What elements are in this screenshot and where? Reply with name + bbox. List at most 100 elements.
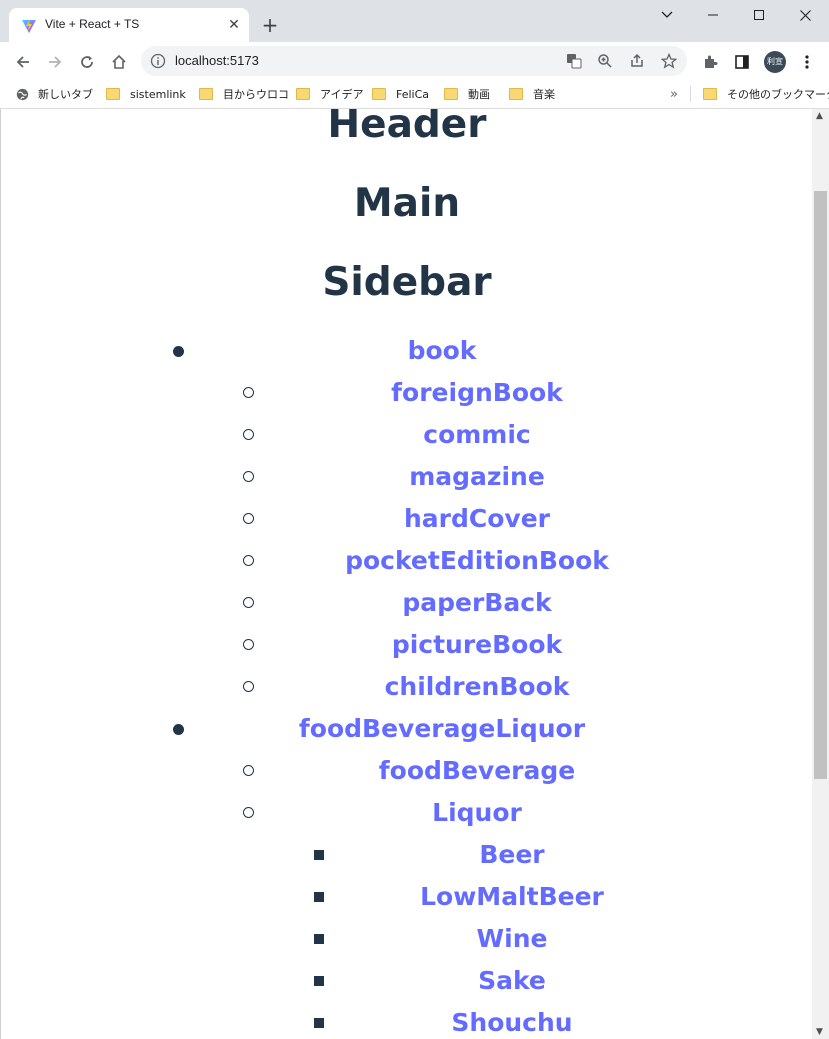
header-heading: Header <box>327 109 487 147</box>
category-link[interactable]: hardCover <box>404 504 550 533</box>
sidebar-heading: Sidebar <box>322 260 492 305</box>
category-link[interactable]: pocketEditionBook <box>345 546 609 575</box>
subcategory-item: foreignBook <box>1 372 813 414</box>
category-label-wrap: commic <box>271 414 683 456</box>
category-label-wrap: foodBeverageLiquor <box>201 708 683 750</box>
circle-bullet-icon <box>243 555 254 566</box>
category-link[interactable]: book <box>408 336 477 365</box>
address-bar[interactable]: localhost:5173 <box>141 46 687 76</box>
category-label-wrap: Sake <box>341 960 683 1002</box>
tab-search-icon[interactable] <box>644 0 690 30</box>
subcategory-item: paperBack <box>1 582 813 624</box>
close-tab-icon[interactable]: ✕ <box>225 16 243 34</box>
folder-icon <box>296 88 310 100</box>
maximize-icon[interactable] <box>736 0 782 30</box>
browser-toolbar: localhost:5173 利宣 <box>0 42 829 80</box>
circle-bullet-icon <box>243 387 254 398</box>
category-label-wrap: paperBack <box>271 582 683 624</box>
subcategory-item: commic <box>1 414 813 456</box>
category-label-wrap: Liquor <box>271 792 683 834</box>
category-link[interactable]: magazine <box>409 462 545 491</box>
bookmark-folder-mekara-uroko[interactable]: 目からウロコ <box>199 85 289 103</box>
tab-title: Vite + React + TS <box>45 17 140 31</box>
reload-icon[interactable] <box>75 50 99 74</box>
translate-icon[interactable] <box>565 52 583 70</box>
square-bullet-icon <box>314 892 324 902</box>
subcategory-item: hardCover <box>1 498 813 540</box>
category-item: book <box>1 330 813 372</box>
category-link[interactable]: foodBeverageLiquor <box>299 714 585 743</box>
scrollbar-thumb[interactable] <box>814 191 827 779</box>
profile-avatar[interactable]: 利宣 <box>764 51 786 73</box>
folder-icon <box>199 88 213 100</box>
circle-bullet-icon <box>243 639 254 650</box>
close-window-icon[interactable] <box>782 0 828 30</box>
more-bookmarks-chevron-icon[interactable]: » <box>670 85 678 103</box>
minimize-icon[interactable] <box>690 0 736 30</box>
sub-subcategory-item: Shouchu <box>1 1002 813 1039</box>
category-link[interactable]: foodBeverage <box>379 756 575 785</box>
share-icon[interactable] <box>628 52 646 70</box>
zoom-icon[interactable] <box>596 52 614 70</box>
side-panel-icon[interactable] <box>730 50 754 74</box>
bookmark-star-icon[interactable] <box>660 52 678 70</box>
category-link[interactable]: commic <box>423 420 530 449</box>
extensions-icon[interactable] <box>698 50 722 74</box>
vertical-scrollbar[interactable]: ▲ ▼ <box>812 109 829 1039</box>
folder-icon <box>372 88 386 100</box>
browser-tab[interactable]: Vite + React + TS ✕ <box>9 8 249 42</box>
folder-icon <box>703 88 717 100</box>
square-bullet-icon <box>314 934 324 944</box>
category-label-wrap: hardCover <box>271 498 683 540</box>
category-label-wrap: foodBeverage <box>271 750 683 792</box>
square-bullet-icon <box>314 976 324 986</box>
circle-bullet-icon <box>243 765 254 776</box>
bookmark-folder-felica[interactable]: FeliCa <box>372 85 429 103</box>
square-bullet-icon <box>314 850 324 860</box>
category-label-wrap: pocketEditionBook <box>271 540 683 582</box>
forward-icon[interactable] <box>43 50 67 74</box>
site-info-icon[interactable] <box>150 53 166 69</box>
bookmark-new-tab[interactable]: 新しいタブ <box>16 85 93 103</box>
sub-subcategory-item: Beer <box>1 834 813 876</box>
category-label-wrap: Shouchu <box>341 1002 683 1039</box>
category-list: book foreignBook commic magazine hardCover po… <box>1 330 813 1039</box>
scroll-up-arrow-icon[interactable]: ▲ <box>816 111 823 121</box>
subcategory-item: pocketEditionBook <box>1 540 813 582</box>
circle-bullet-icon <box>243 681 254 692</box>
category-link[interactable]: Liquor <box>432 798 522 827</box>
category-link[interactable]: Wine <box>477 924 548 953</box>
bookmark-folder-sistemlink[interactable]: sistemlink <box>106 85 186 103</box>
folder-icon <box>106 88 120 100</box>
bookmark-folder-douga[interactable]: 動画 <box>444 85 490 103</box>
main-heading: Main <box>353 181 461 226</box>
vite-logo-icon <box>22 19 36 33</box>
new-tab-icon[interactable]: + <box>259 14 281 36</box>
bookmark-folder-ongaku[interactable]: 音楽 <box>509 85 555 103</box>
sub-subcategory-item: Wine <box>1 918 813 960</box>
page-content: Header Main Sidebar book foreignBook commi… <box>1 109 813 1039</box>
category-link[interactable]: Sake <box>478 966 546 995</box>
category-link[interactable]: Shouchu <box>451 1008 572 1037</box>
category-link[interactable]: Beer <box>479 840 544 869</box>
bookmark-folder-other[interactable]: その他のブックマーク <box>703 85 829 103</box>
circle-bullet-icon <box>243 429 254 440</box>
home-icon[interactable] <box>107 50 131 74</box>
category-link[interactable]: foreignBook <box>391 378 563 407</box>
sub-subcategory-item: Sake <box>1 960 813 1002</box>
category-label-wrap: Beer <box>341 834 683 876</box>
category-link[interactable]: childrenBook <box>385 672 570 701</box>
url-text: localhost:5173 <box>175 53 259 68</box>
subcategory-item: magazine <box>1 456 813 498</box>
category-label-wrap: LowMaltBeer <box>341 876 683 918</box>
bookmarks-bar: 新しいタブ sistemlink 目からウロコ アイデア FeliCa 動画 音… <box>0 80 829 109</box>
menu-kebab-icon[interactable] <box>795 50 819 74</box>
scroll-down-arrow-icon[interactable]: ▼ <box>816 1027 823 1037</box>
category-link[interactable]: LowMaltBeer <box>420 882 604 911</box>
bookmark-folder-idea[interactable]: アイデア <box>296 85 363 103</box>
category-link[interactable]: paperBack <box>402 588 551 617</box>
category-link[interactable]: pictureBook <box>392 630 562 659</box>
category-label-wrap: Wine <box>341 918 683 960</box>
back-icon[interactable] <box>11 50 35 74</box>
circle-bullet-icon <box>243 513 254 524</box>
